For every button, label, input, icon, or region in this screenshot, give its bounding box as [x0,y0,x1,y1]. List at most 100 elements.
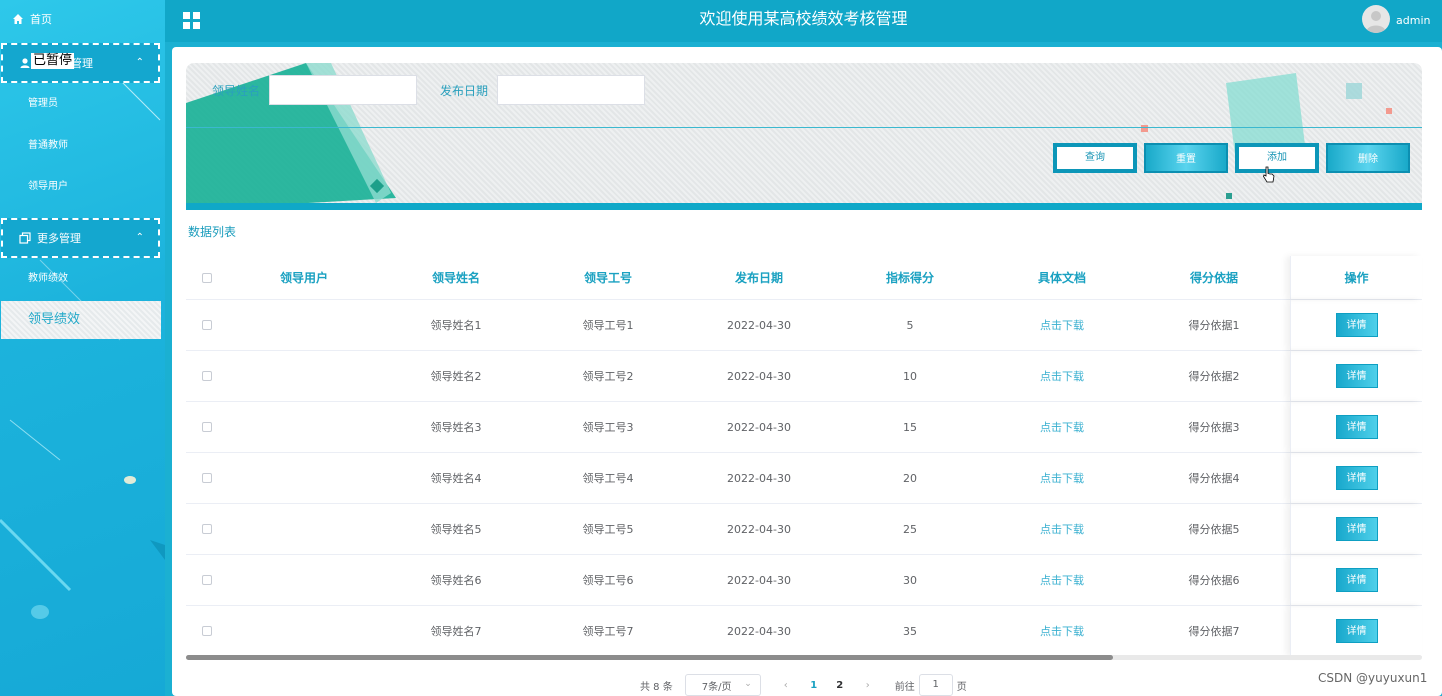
download-link[interactable]: 点击下载 [986,623,1138,639]
detail-button[interactable]: 详情 [1335,619,1378,643]
cell-leader-name: 领导姓名2 [430,370,482,383]
column-header[interactable]: 具体文档 [986,269,1138,286]
add-button[interactable]: 添加 [1235,143,1319,173]
row-checkbox[interactable] [202,575,212,585]
chevron-up-icon: ⌃ [135,57,144,68]
row-checkbox[interactable] [202,524,212,534]
row-select-cell [186,320,228,330]
cell-publish-date: 2022-04-30 [727,522,791,536]
sidebar-item-home[interactable]: 首页 [12,10,52,28]
leader-name-input[interactable] [269,75,417,105]
table-body: 领导姓名1 领导工号1 2022-04-30 5 点击下载 得分依据1 详情 领导姓名2 领导工… [186,300,1422,657]
data-list-title: 数据列表 [188,225,237,239]
column-header[interactable]: 发布日期 [684,269,834,286]
publish-date-label: 发布日期 [440,84,489,98]
watermark: CSDN @yuyuxun1 [1318,671,1428,685]
column-header[interactable]: 得分依据 [1138,269,1290,286]
cell-score-basis: 得分依据3 [1188,421,1240,434]
cell-score: 25 [903,522,917,536]
sidebar-item-admin[interactable]: 管理员 [28,95,58,113]
cell-score-basis: 得分依据5 [1188,523,1240,536]
column-header[interactable]: 领导工号 [532,269,684,286]
download-link[interactable]: 点击下载 [986,317,1138,333]
download-link[interactable]: 点击下载 [986,521,1138,537]
row-checkbox[interactable] [202,320,212,330]
cell-leader-name: 领导姓名4 [430,472,482,485]
column-header[interactable]: 领导用户 [228,269,380,286]
panel-bottom-bar [186,203,1422,210]
row-select-cell [186,626,228,636]
row-checkbox[interactable] [202,626,212,636]
row-select-cell [186,524,228,534]
detail-button[interactable]: 详情 [1335,466,1378,490]
pagination: 共 8 条 7条/页 ⌄ ‹ 1 2 › 前往 1 页 [640,674,967,696]
scrollbar-thumb[interactable] [186,655,1113,660]
cell-score: 15 [903,420,917,434]
sidebar-group-more[interactable]: 更多管理 ⌃ [1,218,160,258]
download-link[interactable]: 点击下载 [986,419,1138,435]
download-link[interactable]: 点击下载 [986,368,1138,384]
page-size-select[interactable]: 7条/页 ⌄ [684,674,761,696]
data-table: 领导用户 领导姓名 领导工号 发布日期 指标得分 具体文档 得分依据 操作 领导… [186,256,1422,657]
sidebar-decoration [0,59,165,619]
cell-publish-date: 2022-04-30 [727,573,791,587]
row-checkbox[interactable] [202,473,212,483]
cell-leader-name: 领导姓名7 [430,625,482,638]
total-count: 共 8 条 [640,681,673,693]
cell-publish-date: 2022-04-30 [727,624,791,638]
table-row: 领导姓名3 领导工号3 2022-04-30 15 点击下载 得分依据3 详情 [186,402,1422,453]
query-button[interactable]: 查询 [1053,143,1137,173]
prev-page-icon[interactable]: ‹ [771,680,801,691]
goto-prefix: 前往 [894,681,915,693]
detail-button[interactable]: 详情 [1335,313,1378,337]
page-number[interactable]: 1 [801,680,827,691]
sidebar-item-leader-user[interactable]: 领导用户 [28,178,68,196]
download-link[interactable]: 点击下载 [986,572,1138,588]
sidebar-item-teacher-performance[interactable]: 教师绩效 [28,270,68,288]
download-link[interactable]: 点击下载 [986,470,1138,486]
cell-leader-id: 领导工号2 [582,370,634,383]
row-select-cell [186,371,228,381]
row-checkbox[interactable] [202,422,212,432]
detail-button[interactable]: 详情 [1335,517,1378,541]
cell-leader-id: 领导工号5 [582,523,634,536]
delete-button[interactable]: 删除 [1326,143,1410,173]
column-header[interactable]: 领导姓名 [380,269,532,286]
copy-icon [19,232,31,244]
detail-button[interactable]: 详情 [1335,415,1378,439]
sidebar-item-label: 首页 [30,13,52,26]
username[interactable]: admin [1396,14,1430,27]
horizontal-scrollbar[interactable] [186,655,1422,660]
leader-name-label: 领导姓名 [212,84,261,98]
action-cell: 详情 [1290,555,1422,605]
divider [186,127,1422,128]
table-row: 领导姓名6 领导工号6 2022-04-30 30 点击下载 得分依据6 详情 [186,555,1422,606]
page-number[interactable]: 2 [827,680,853,691]
cell-score-basis: 得分依据1 [1188,319,1240,332]
reset-button[interactable]: 重置 [1144,143,1228,173]
sidebar-item-leader-performance[interactable]: 领导绩效 [1,301,161,339]
cell-publish-date: 2022-04-30 [727,420,791,434]
action-cell: 详情 [1290,504,1422,554]
publish-date-input[interactable] [497,75,645,105]
detail-button[interactable]: 详情 [1335,364,1378,388]
paused-overlay: 已暂停 [31,53,75,69]
column-header[interactable]: 指标得分 [834,269,986,286]
table-row: 领导姓名7 领导工号7 2022-04-30 35 点击下载 得分依据7 详情 [186,606,1422,657]
avatar[interactable] [1362,5,1390,33]
goto-suffix: 页 [956,681,967,693]
cell-score-basis: 得分依据7 [1188,625,1240,638]
sidebar-group-management[interactable]: 管理 ⌃ [1,43,160,83]
row-select-cell [186,575,228,585]
goto-page-input[interactable]: 1 [918,674,953,696]
next-page-icon[interactable]: › [853,680,883,691]
select-all-checkbox[interactable] [202,272,212,283]
row-select-cell [186,473,228,483]
cell-leader-name: 领导姓名5 [430,523,482,536]
row-checkbox[interactable] [202,371,212,381]
cell-leader-id: 领导工号1 [582,319,634,332]
cell-leader-name: 领导姓名1 [430,319,482,332]
detail-button[interactable]: 详情 [1335,568,1378,592]
sidebar-item-teacher[interactable]: 普通教师 [28,137,68,155]
action-cell: 详情 [1290,453,1422,503]
